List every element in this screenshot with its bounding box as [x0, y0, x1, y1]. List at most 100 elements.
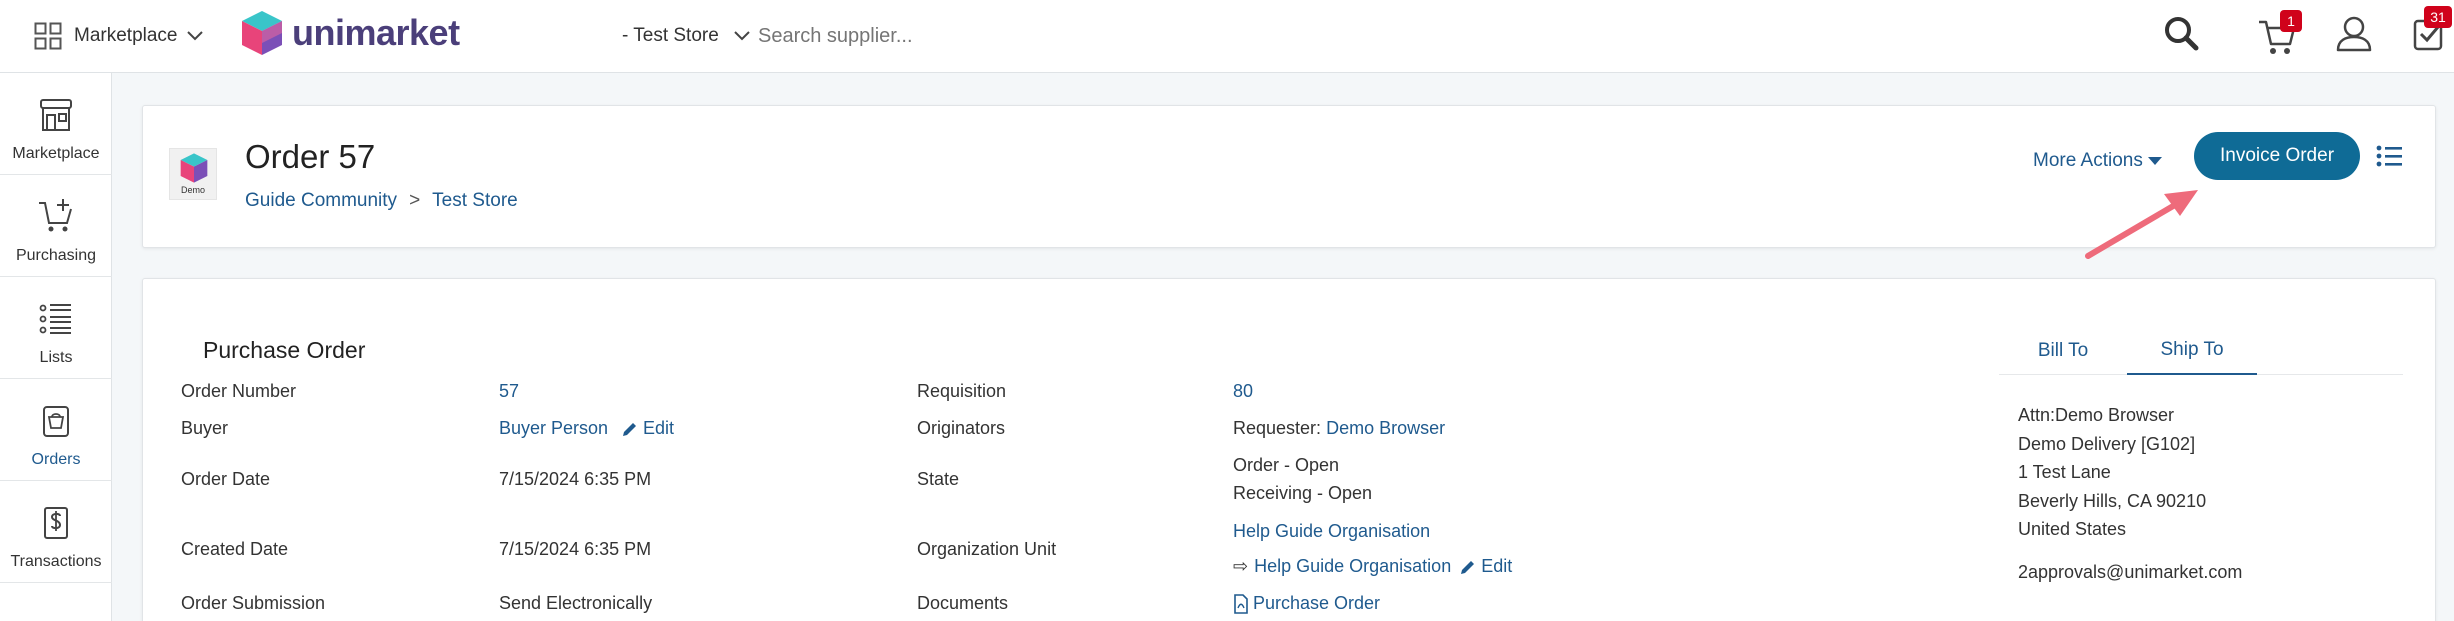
order-date-value: 7/15/2024 6:35 PM — [499, 469, 652, 489]
pencil-icon — [623, 422, 636, 436]
more-actions-dropdown[interactable]: More Actions — [2033, 146, 2163, 176]
organization-edit-label: Edit — [1481, 556, 1513, 576]
breadcrumb-separator: > — [409, 190, 421, 211]
page-title: Order 57 — [245, 138, 376, 175]
documents-value: Purchase Order — [1233, 593, 1380, 614]
buyer-label: Buyer — [181, 418, 229, 438]
order-bag-icon — [43, 406, 69, 437]
sidebar-item-marketplace[interactable]: Marketplace — [0, 73, 112, 175]
cart-plus-icon — [39, 199, 72, 232]
more-actions-label: More Actions — [2033, 150, 2143, 171]
organisation-logo-text: Demo — [180, 185, 205, 195]
search-input[interactable] — [758, 16, 1358, 56]
order-submission-label: Order Submission — [181, 593, 326, 613]
requisition-label: Requisition — [917, 381, 1007, 401]
brand-name: unimarket — [292, 12, 460, 53]
brand-logo[interactable]: unimarket — [240, 8, 460, 58]
grid-icon — [34, 22, 62, 50]
buyer-edit-label: Edit — [643, 418, 675, 438]
section-title: Purchase Order — [203, 337, 366, 363]
buyer-edit-button[interactable]: Edit — [621, 418, 674, 439]
organization-unit-label: Organization Unit — [917, 539, 1057, 559]
ship-to-address: Attn:Demo Browser Demo Delivery [G102] 1… — [2018, 401, 2242, 586]
tab-ship-to[interactable]: Ship To — [2127, 327, 2257, 375]
arrow-right-icon: ⇨ — [1233, 556, 1249, 576]
organization-unit-link[interactable]: Help Guide Organisation — [1233, 521, 1430, 542]
profile-button[interactable] — [2332, 12, 2376, 56]
store-selector-label: - Test Store — [622, 25, 719, 46]
chevron-down-icon — [734, 31, 750, 41]
top-bar: Marketplace unimarket - Test Store Searc… — [0, 0, 2454, 73]
search-button[interactable] — [2160, 12, 2204, 56]
requisition-link[interactable]: 80 — [1233, 381, 1253, 402]
cube-logo-icon — [180, 153, 208, 183]
breadcrumb-store-link[interactable]: Test Store — [432, 190, 518, 212]
order-submission-value: Send Electronically — [499, 593, 653, 613]
sidebar-item-label: Transactions — [10, 553, 102, 570]
address-line: 1 Test Lane — [2018, 462, 2111, 482]
tab-bill-to-label: Bill To — [2037, 340, 2089, 361]
documents-label: Documents — [917, 593, 1009, 613]
organization-sub-unit-link[interactable]: Help Guide Organisation — [1254, 556, 1451, 577]
sidebar-item-transactions[interactable]: Transactions — [0, 481, 112, 583]
order-date-label: Order Date — [181, 469, 271, 489]
state-order-value: Order - Open — [1233, 455, 1340, 475]
tab-bill-to[interactable]: Bill To — [1999, 327, 2127, 375]
sidebar-item-purchasing[interactable]: Purchasing — [0, 175, 112, 277]
pdf-document-icon — [1234, 593, 1248, 614]
list-icon — [39, 304, 71, 334]
order-number-label: Order Number — [181, 381, 297, 401]
originators-label: Originators — [917, 418, 1006, 438]
list-view-button[interactable] — [2375, 142, 2405, 172]
breadcrumb: Guide Community > Test Store — [245, 190, 518, 212]
created-date-label: Created Date — [181, 539, 289, 559]
sidebar-item-label: Purchasing — [15, 247, 97, 264]
cube-logo-icon — [242, 11, 282, 55]
bullet-list-icon — [2376, 145, 2402, 167]
address-line: Demo Delivery [G102] — [2018, 433, 2196, 454]
cart-button[interactable]: 1 — [2254, 10, 2304, 60]
invoice-order-button[interactable]: Invoice Order — [2194, 132, 2360, 180]
order-details-card: Purchase Order Order Number 57 Buyer Buy… — [142, 278, 2436, 621]
originators-value: Requester: Demo Browser — [1233, 418, 1445, 439]
dollar-document-icon — [44, 507, 68, 539]
sidebar-item-orders[interactable]: Orders — [0, 379, 112, 481]
breadcrumb-community-link[interactable]: Guide Community — [245, 190, 397, 212]
chevron-down-icon — [186, 31, 203, 41]
address-tabs: Bill To Ship To — [1999, 327, 2403, 375]
sidebar-item-label: Marketplace — [12, 145, 100, 162]
address-line: United States — [2018, 519, 2127, 539]
organization-edit-button[interactable]: Edit — [1459, 556, 1512, 577]
address-line: Beverly Hills, CA 90210 — [2018, 490, 2207, 511]
store-icon — [40, 99, 72, 131]
sidebar: Marketplace Purchasing Lists Orders Tran… — [0, 73, 112, 621]
caret-down-icon — [2147, 157, 2162, 165]
invoice-order-label: Invoice Order — [2219, 145, 2335, 166]
cart-count-badge: 1 — [2280, 10, 2302, 32]
tab-ship-to-label: Ship To — [2160, 339, 2224, 360]
buyer-link[interactable]: Buyer Person — [499, 418, 608, 439]
address-line: Attn:Demo Browser — [2018, 405, 2175, 425]
sidebar-item-label: Lists — [39, 349, 73, 366]
state-label: State — [917, 469, 960, 489]
sidebar-item-lists[interactable]: Lists — [0, 277, 112, 379]
sidebar-item-label: Orders — [31, 451, 81, 468]
originators-prefix: Requester: — [1233, 418, 1322, 438]
created-date-value: 7/15/2024 6:35 PM — [499, 539, 652, 559]
state-receiving-value: Receiving - Open — [1233, 483, 1373, 503]
marketplace-menu[interactable]: Marketplace — [34, 16, 204, 56]
organisation-logo: Demo — [169, 148, 217, 200]
annotation-arrow-icon — [2085, 190, 2198, 259]
pencil-icon — [1461, 560, 1475, 574]
search-icon — [2165, 17, 2199, 51]
organization-sub-unit: ⇨ Help Guide Organisation Edit — [1233, 556, 1512, 577]
requester-link[interactable]: Demo Browser — [1326, 418, 1445, 438]
tasks-count-badge: 31 — [2424, 6, 2452, 28]
user-icon — [2336, 16, 2372, 52]
tasks-button[interactable]: 31 — [2408, 6, 2452, 56]
purchase-order-document-link[interactable]: Purchase Order — [1253, 593, 1380, 614]
store-selector[interactable]: - Test Store — [622, 16, 751, 56]
marketplace-menu-label: Marketplace — [74, 25, 178, 46]
address-email: 2approvals@unimarket.com — [2018, 561, 2243, 582]
order-number-link[interactable]: 57 — [499, 381, 519, 402]
